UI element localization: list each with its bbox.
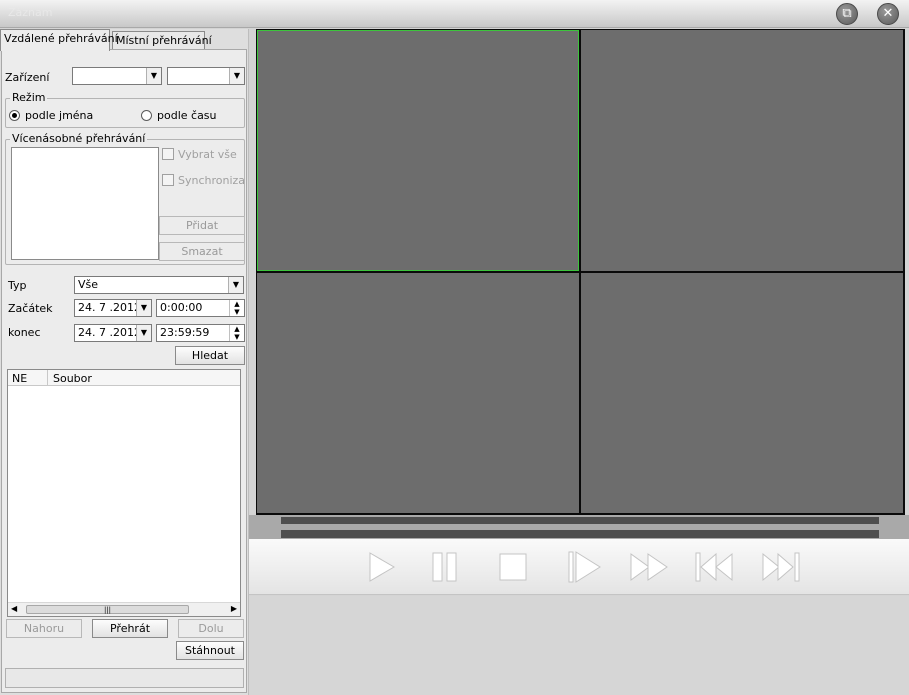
horizontal-scrollbar[interactable]: ◀ ||| ▶ <box>8 602 240 616</box>
add-button[interactable]: Přidat <box>159 216 245 235</box>
sync-checkbox[interactable] <box>162 174 174 186</box>
column-divider <box>47 370 48 386</box>
move-up-button[interactable]: Nahoru <box>6 619 82 638</box>
end-date-picker[interactable]: 24. 7 .2012 ▼ <box>74 324 152 342</box>
chevron-down-icon: ▼ <box>136 300 151 316</box>
multi-playback-title: Vícenásobné přehrávání <box>10 132 148 145</box>
fast-forward-icon[interactable] <box>629 547 669 587</box>
next-icon[interactable] <box>761 547 801 587</box>
tab-label: Místní přehrávání <box>116 34 212 47</box>
channel-select[interactable]: ▼ <box>167 67 245 85</box>
tab-local-playback[interactable]: Místní přehrávání <box>112 31 212 50</box>
scroll-right-icon[interactable]: ▶ <box>231 604 237 613</box>
mode-by-time-radio[interactable] <box>141 110 152 121</box>
timeline-bar[interactable] <box>281 530 879 538</box>
lower-panel <box>249 596 909 695</box>
tab-label: Vzdálené přehrávání <box>4 32 118 45</box>
close-window-button[interactable]: ✕ <box>877 3 899 25</box>
chevron-down-icon: ▼ <box>229 68 244 84</box>
start-date-picker[interactable]: 24. 7 .2012 ▼ <box>74 299 152 317</box>
window-title: Záznam <box>8 6 53 19</box>
restore-icon: ⧉ <box>842 6 852 21</box>
end-label: konec <box>8 326 41 339</box>
delete-button[interactable]: Smazat <box>159 242 245 261</box>
start-date-value: 24. 7 .2012 <box>78 301 141 314</box>
search-button[interactable]: Hledat <box>175 346 245 365</box>
end-time-input[interactable]: 23:59:59 ▲ ▼ <box>156 324 245 342</box>
device-label: Zařízení <box>5 71 50 84</box>
video-pane-1[interactable] <box>257 30 579 271</box>
table-header: NE Soubor <box>8 370 240 386</box>
video-pane-2[interactable] <box>581 30 903 271</box>
title-bar: Záznam ⧉ ✕ <box>0 0 909 28</box>
download-button[interactable]: Stáhnout <box>176 641 244 660</box>
chevron-down-icon: ▼ <box>146 68 161 84</box>
pause-icon[interactable] <box>425 547 465 587</box>
stop-icon[interactable] <box>492 547 532 587</box>
multi-playback-list[interactable] <box>11 147 159 260</box>
move-down-button[interactable]: Dolu <box>178 619 244 638</box>
mode-by-name-radio[interactable] <box>9 110 20 121</box>
previous-icon[interactable] <box>694 547 734 587</box>
select-all-checkbox[interactable] <box>162 148 174 160</box>
end-time-value: 23:59:59 <box>160 326 210 339</box>
restore-window-button[interactable]: ⧉ <box>836 3 858 25</box>
close-icon: ✕ <box>882 6 894 21</box>
scroll-left-icon[interactable]: ◀ <box>11 604 17 613</box>
type-select[interactable]: Vše ▼ <box>74 276 244 294</box>
seek-slider[interactable] <box>281 517 879 524</box>
type-select-value: Vše <box>78 278 99 291</box>
left-panel: Vzdálené přehrávání Místní přehrávání Za… <box>0 29 249 695</box>
start-time-input[interactable]: 0:00:00 ▲ ▼ <box>156 299 245 317</box>
start-time-value: 0:00:00 <box>160 301 203 314</box>
step-forward-icon[interactable] <box>564 547 604 587</box>
end-date-value: 24. 7 .2012 <box>78 326 141 339</box>
remote-playback-panel: Zařízení ▼ ▼ Režim podle jména podle čas… <box>1 49 247 693</box>
column-header-ne[interactable]: NE <box>12 372 27 385</box>
tab-remote-playback[interactable]: Vzdálené přehrávání <box>0 29 118 51</box>
scrollbar-thumb[interactable]: ||| <box>26 605 189 614</box>
status-bar <box>5 668 244 688</box>
mode-by-name-label: podle jména <box>25 109 94 122</box>
type-label: Typ <box>8 279 27 292</box>
column-header-file[interactable]: Soubor <box>53 372 92 385</box>
spinner-arrows-icon[interactable]: ▲ ▼ <box>229 300 244 316</box>
playback-controls <box>249 539 909 595</box>
start-label: Začátek <box>8 302 53 315</box>
mode-by-time-label: podle času <box>157 109 217 122</box>
chevron-down-icon: ▼ <box>136 325 151 341</box>
sync-label: Synchronizac <box>178 174 244 187</box>
chevron-down-icon: ▼ <box>228 277 243 293</box>
file-table[interactable]: NE Soubor ◀ ||| ▶ <box>7 369 241 617</box>
play-file-button[interactable]: Přehrát <box>92 619 168 638</box>
play-icon[interactable] <box>360 547 400 587</box>
device-select[interactable]: ▼ <box>72 67 162 85</box>
video-pane-3[interactable] <box>257 273 579 513</box>
video-pane-4[interactable] <box>581 273 903 513</box>
video-grid <box>256 29 905 515</box>
spinner-arrows-icon[interactable]: ▲ ▼ <box>229 325 244 341</box>
mode-group-title: Režim <box>10 91 48 104</box>
select-all-label: Vybrat vše <box>178 148 237 161</box>
